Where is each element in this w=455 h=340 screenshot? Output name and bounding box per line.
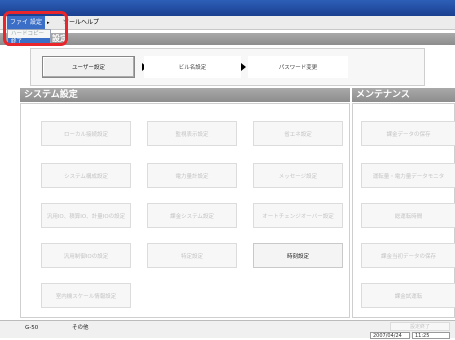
status-bar: G-50 その他 設定終了 2007/04/24 11:25 bbox=[0, 320, 455, 339]
clock-settings-button[interactable]: 時刻設定 bbox=[253, 243, 343, 268]
menu-bar: ファイル 設定 ▸ ツール ヘルプ bbox=[0, 16, 455, 30]
status-label: その他 bbox=[72, 325, 89, 331]
maintenance-button[interactable]: 運転量・電力量データモニタ bbox=[361, 163, 455, 188]
system-setting-button[interactable]: オートチェンジオーバー設定 bbox=[253, 203, 343, 228]
top-buttons-panel: ユーザー設定 ビル名設定 パスワード変更 bbox=[30, 48, 425, 86]
system-setting-button[interactable]: 省エネ設定 bbox=[253, 121, 343, 146]
building-name-settings-button[interactable]: ビル名設定 bbox=[144, 56, 241, 78]
maintenance-button[interactable]: 課金データの保存 bbox=[361, 121, 455, 146]
system-setting-button[interactable]: システム構成設定 bbox=[41, 163, 131, 188]
exit-settings-button[interactable]: 設定終了 bbox=[390, 322, 450, 331]
system-setting-button[interactable]: 特定設定 bbox=[147, 243, 237, 268]
system-settings-panel: ローカル接続設定 監視表示設定 省エネ設定 システム構成設定 電力量計設定 メッ… bbox=[20, 103, 350, 318]
system-setting-button[interactable]: 汎用IO、積算IO、計量IOの設定 bbox=[41, 203, 131, 228]
system-setting-button[interactable]: メッセージ設定 bbox=[253, 163, 343, 188]
maintenance-panel: 課金データの保存 運転量・電力量データモニタ 総運転時間 課金当初データの保存 … bbox=[352, 103, 455, 318]
system-setting-button[interactable]: 課金システム設定 bbox=[147, 203, 237, 228]
window-title-bar bbox=[0, 0, 455, 16]
maintenance-button[interactable]: 総運転時間 bbox=[361, 203, 455, 228]
maintenance-header-bar: メンテナンス bbox=[352, 88, 455, 102]
status-code: G-50 bbox=[25, 325, 39, 331]
highlight-annotation bbox=[3, 11, 68, 46]
system-setting-button[interactable]: ローカル接続設定 bbox=[41, 121, 131, 146]
system-settings-title: システム設定 bbox=[24, 90, 78, 100]
maintenance-button[interactable]: 課金試運転 bbox=[361, 283, 455, 308]
system-setting-button[interactable]: 監視表示設定 bbox=[147, 121, 237, 146]
system-setting-button[interactable]: 電力量計設定 bbox=[147, 163, 237, 188]
arrow-right-icon bbox=[241, 63, 246, 71]
system-setting-button[interactable]: 汎用制御IOの設定 bbox=[41, 243, 131, 268]
password-change-button[interactable]: パスワード変更 bbox=[248, 56, 348, 78]
menu-help[interactable]: ヘルプ bbox=[78, 16, 102, 30]
maintenance-button[interactable]: 課金当初データの保存 bbox=[361, 243, 455, 268]
maintenance-title: メンテナンス bbox=[356, 90, 410, 100]
user-settings-button[interactable]: ユーザー設定 bbox=[42, 56, 135, 78]
system-settings-header-bar: システム設定 bbox=[20, 88, 350, 102]
settings-header-bar bbox=[0, 33, 455, 45]
system-setting-button[interactable]: 室内機スケール情報設定 bbox=[41, 283, 131, 308]
